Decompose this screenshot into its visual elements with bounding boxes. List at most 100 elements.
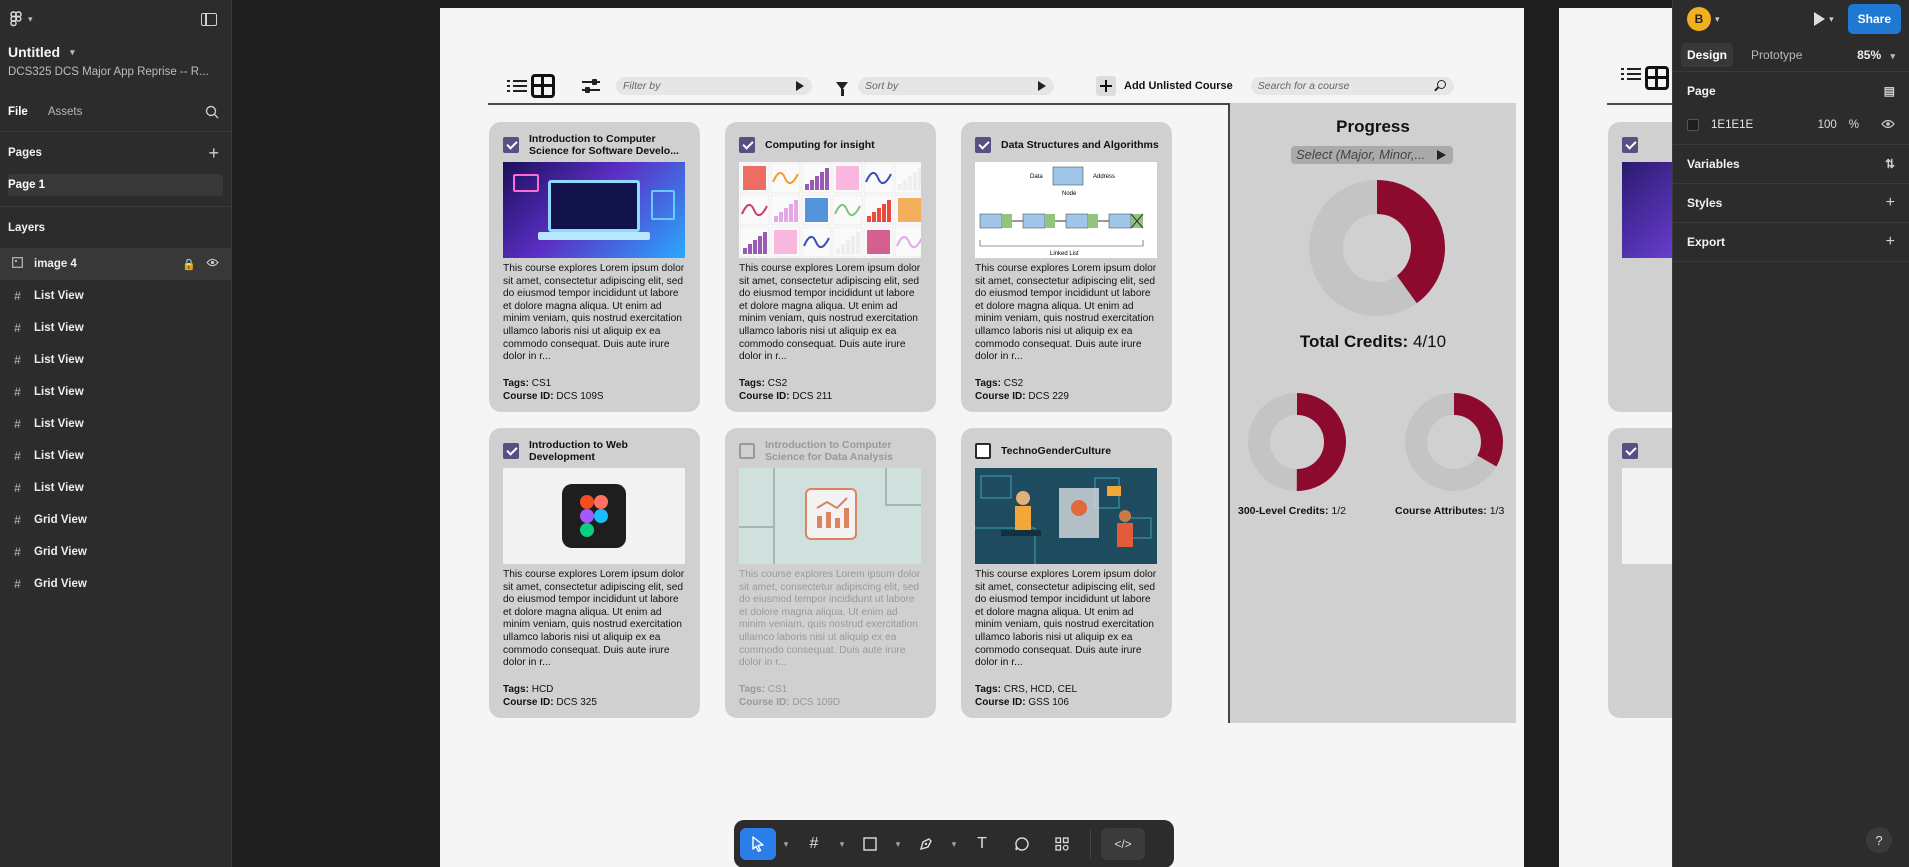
layer-item[interactable]: # Grid View	[0, 536, 231, 568]
layer-item[interactable]: image 4 🔒	[0, 248, 231, 280]
add-export-icon[interactable]: +	[1886, 233, 1895, 251]
zoom-level[interactable]: 85% ▾	[1857, 48, 1895, 62]
layers-list: image 4 🔒 # List View # List View # List View # L…	[0, 248, 231, 600]
pen-tool-icon[interactable]	[908, 828, 944, 860]
present-play-icon[interactable]	[1814, 12, 1826, 26]
move-tool-icon[interactable]	[740, 828, 776, 860]
actions-tool-icon[interactable]	[1044, 828, 1080, 860]
course-checkbox[interactable]	[975, 137, 991, 153]
layer-item[interactable]: # List View	[0, 376, 231, 408]
layer-item[interactable]: # List View	[0, 344, 231, 376]
view-toggle[interactable]	[1621, 66, 1669, 90]
text-tool-icon[interactable]: T	[964, 828, 1000, 860]
layer-item[interactable]: # Grid View	[0, 504, 231, 536]
course-card[interactable]: Introduction to Computer Science for Sof…	[489, 122, 700, 412]
list-view-icon[interactable]	[1621, 66, 1641, 82]
search-icon[interactable]	[1436, 80, 1446, 89]
search-icon[interactable]	[205, 105, 219, 122]
add-style-icon[interactable]: +	[1886, 194, 1895, 212]
course-search-input[interactable]: Search for a course	[1250, 77, 1454, 95]
chevron-down-icon[interactable]: ▾	[1829, 14, 1834, 25]
frame-tool-icon[interactable]: #	[796, 828, 832, 860]
canvas[interactable]: Filter by Sort by Add Unlisted Course Se…	[232, 0, 1672, 867]
grid-view-icon[interactable]	[531, 74, 555, 98]
course-tags: HCD	[531, 684, 554, 695]
course-checkbox[interactable]	[503, 443, 519, 459]
page-settings-icon[interactable]: ▤	[1884, 84, 1895, 98]
chevron-down-icon[interactable]: ▾	[892, 828, 904, 860]
add-unlisted-course-button[interactable]: Add Unlisted Course	[1096, 76, 1233, 96]
tab-prototype[interactable]: Prototype	[1751, 48, 1802, 62]
svg-text:Data: Data	[1030, 174, 1043, 180]
course-card[interactable]	[1608, 428, 1672, 718]
lock-icon[interactable]: 🔒	[182, 258, 196, 271]
main-menu-button[interactable]: ▾	[10, 11, 33, 27]
course-checkbox[interactable]	[739, 137, 755, 153]
layer-item[interactable]: # List View	[0, 472, 231, 504]
rectangle-tool-icon[interactable]	[852, 828, 888, 860]
course-card[interactable]: Data Structures and Algorithms Data Addres…	[961, 122, 1172, 412]
tab-assets[interactable]: Assets	[48, 106, 83, 118]
program-select[interactable]: Select (Major, Minor,...	[1291, 146, 1453, 164]
checkbox[interactable]	[1622, 137, 1638, 153]
filter-sliders-icon[interactable]	[582, 79, 600, 93]
page-color-hex[interactable]: 1E1E1E	[1711, 119, 1806, 131]
layer-item[interactable]: # List View	[0, 312, 231, 344]
percent-sign: %	[1848, 119, 1859, 131]
course-title: Introduction to Computer Science for Dat…	[765, 439, 893, 463]
layer-item[interactable]: # List View	[0, 408, 231, 440]
variables-settings-icon[interactable]: ⇅	[1885, 157, 1895, 171]
view-toggle[interactable]	[507, 74, 555, 98]
dev-mode-code-icon[interactable]: </>	[1101, 828, 1145, 860]
course-checkbox[interactable]	[503, 137, 519, 153]
layer-item[interactable]: # Grid View	[0, 568, 231, 600]
chevron-down-icon[interactable]: ▾	[1715, 14, 1720, 25]
layer-item[interactable]: # List View	[0, 440, 231, 472]
page-fill-row[interactable]: 1E1E1E 100 %	[1687, 110, 1895, 140]
filter-input[interactable]: Filter by	[616, 77, 812, 95]
help-button[interactable]: ?	[1866, 827, 1892, 853]
layer-item-label: List View	[34, 290, 84, 302]
layer-item[interactable]: # List View	[0, 280, 231, 312]
page-item[interactable]: Page 1	[8, 174, 223, 196]
course-checkbox[interactable]	[975, 443, 991, 459]
total-credits-value: 4/10	[1412, 332, 1447, 351]
course-card[interactable]: Introduction to Web Development This cour…	[489, 428, 700, 718]
chevron-down-icon[interactable]: ▾	[780, 828, 792, 860]
course-tags: CS1	[767, 684, 788, 695]
checkbox[interactable]	[1622, 443, 1638, 459]
course-card[interactable]	[1608, 122, 1672, 412]
file-title[interactable]: Untitled ▾	[0, 38, 231, 60]
layer-item-label: List View	[34, 418, 84, 430]
comment-tool-icon[interactable]	[1004, 828, 1040, 860]
funnel-icon[interactable]	[836, 82, 848, 96]
grid-view-icon[interactable]	[1645, 66, 1669, 90]
avatar[interactable]: B	[1687, 7, 1711, 31]
frame-icon: #	[14, 353, 21, 367]
chevron-down-icon[interactable]: ▾	[948, 828, 960, 860]
course-title: TechnoGenderCulture	[1001, 445, 1112, 457]
color-swatch[interactable]	[1687, 119, 1699, 131]
course-card[interactable]: Computing for insight This course explore…	[725, 122, 936, 412]
sort-input[interactable]: Sort by	[858, 77, 1054, 95]
course-card[interactable]: Introduction to Computer Science for Dat…	[725, 428, 936, 718]
layer-item-label: List View	[34, 450, 84, 462]
sidebar-toggle-icon[interactable]	[201, 12, 217, 26]
chevron-down-icon[interactable]: ▾	[836, 828, 848, 860]
design-frame[interactable]: Filter by Sort by Add Unlisted Course Se…	[440, 8, 1524, 867]
course-checkbox[interactable]	[739, 443, 755, 459]
add-page-icon[interactable]: +	[208, 143, 219, 164]
tab-file[interactable]: File	[8, 106, 28, 118]
figma-logo-image	[1622, 468, 1672, 564]
tab-design[interactable]: Design	[1681, 42, 1734, 67]
course-card[interactable]: TechnoGenderCulture This course explores …	[961, 428, 1172, 718]
list-view-icon[interactable]	[507, 78, 527, 94]
page-opacity[interactable]: 100	[1818, 119, 1837, 131]
eye-icon[interactable]	[206, 258, 219, 271]
design-frame-2[interactable]	[1559, 8, 1672, 867]
share-button[interactable]: Share	[1847, 4, 1901, 34]
eye-icon[interactable]	[1881, 119, 1895, 132]
layer-item-label: image 4	[34, 258, 77, 270]
course-id: DCS 229	[1028, 391, 1069, 402]
layer-item-label: List View	[34, 386, 84, 398]
